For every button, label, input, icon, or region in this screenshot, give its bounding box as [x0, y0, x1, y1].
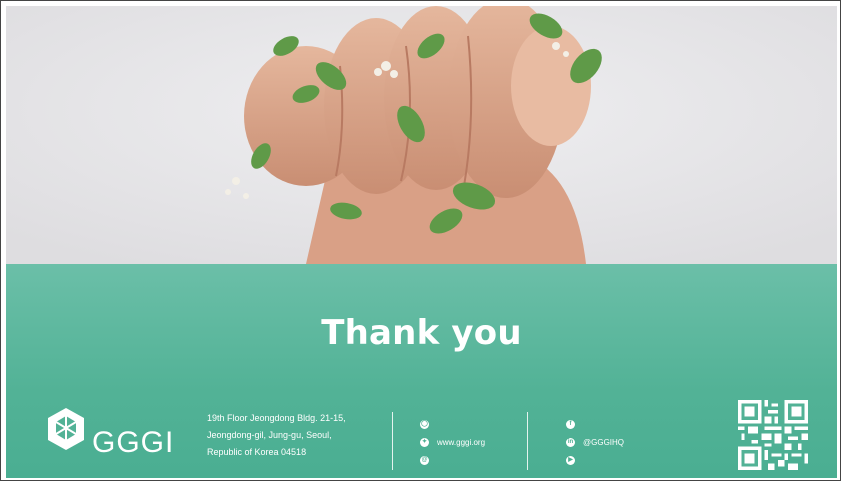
divider [527, 412, 528, 470]
youtube-icon[interactable]: ▶ [566, 455, 575, 465]
thank-you-slide: Thank you GGGI 19th Floor Jeongdong Bldg… [0, 0, 841, 481]
social-contacts: f in @GGGIHQ ▶ [566, 415, 624, 469]
address-block: 19th Floor Jeongdong Bldg. 21-15, Jeongd… [207, 410, 346, 461]
website-link[interactable]: www.gggi.org [437, 438, 485, 447]
social-handle[interactable]: @GGGIHQ [583, 438, 624, 447]
web-contacts: ◯ ✦ www.gggi.org @ [420, 415, 485, 469]
address-line: Republic of Korea 04518 [207, 447, 307, 457]
address-line: Jeongdong-gil, Jung-gu, Seoul, [207, 430, 332, 440]
facebook-icon[interactable]: f [566, 419, 575, 429]
divider [392, 412, 393, 470]
qr-code-icon [738, 400, 808, 470]
at-icon: @ [420, 455, 429, 465]
globe-icon: ◯ [420, 419, 429, 429]
slide-title: Thank you [321, 313, 522, 353]
footer-band: Thank you GGGI 19th Floor Jeongdong Bldg… [6, 264, 837, 478]
logo-text: GGGI [92, 426, 175, 459]
address-line: 19th Floor Jeongdong Bldg. 21-15, [207, 413, 346, 423]
hero-photo [6, 6, 837, 264]
twitter-icon[interactable]: ✦ [420, 437, 429, 447]
linkedin-icon[interactable]: in [566, 437, 575, 447]
fist-with-herbs-illustration [6, 6, 837, 264]
